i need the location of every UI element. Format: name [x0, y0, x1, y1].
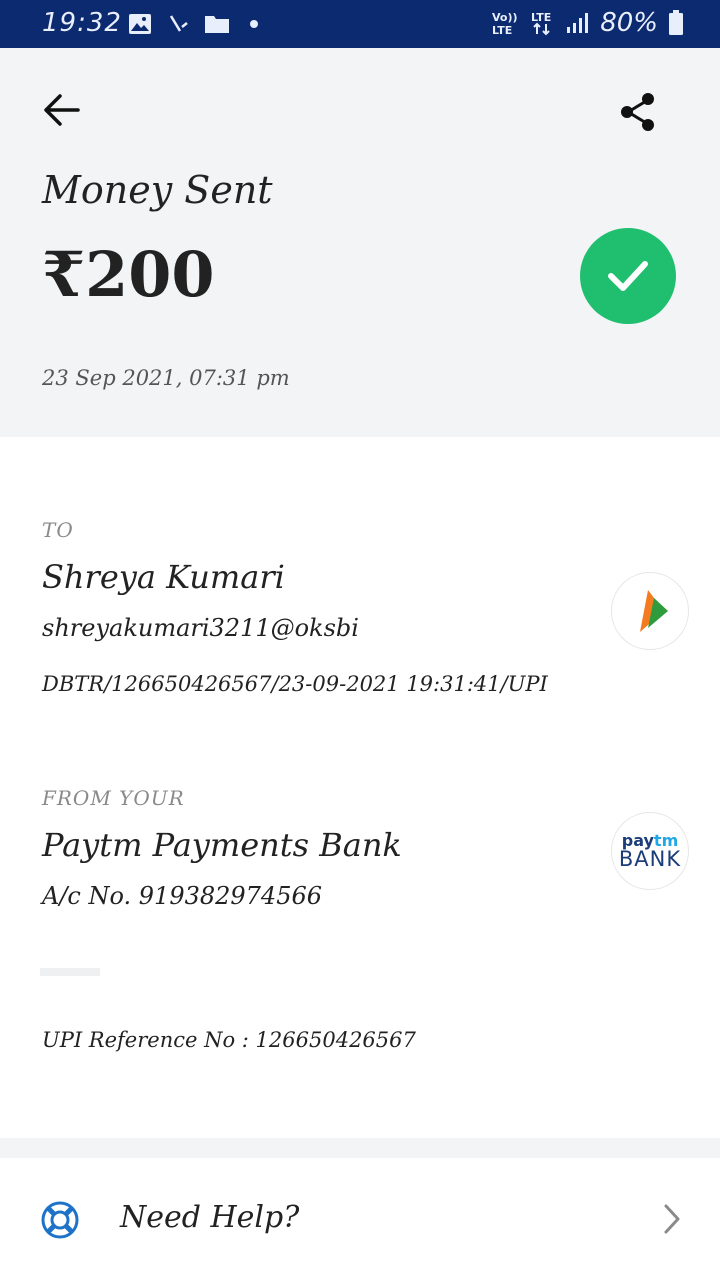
paytm-bank-logo: paytm BANK — [611, 812, 689, 890]
checkmark-icon — [608, 261, 648, 291]
battery-percent: 80% — [600, 8, 658, 38]
section-divider — [40, 968, 100, 976]
back-arrow-icon[interactable] — [40, 90, 84, 130]
transaction-reference: DBTR/126650426567/23-09-2021 19:31:41/UP… — [42, 672, 548, 696]
svg-text:LTE: LTE — [492, 24, 512, 36]
chevron-right-icon — [664, 1204, 680, 1234]
transaction-header: Money Sent ₹200 23 Sep 2021, 07:31 pm — [0, 48, 720, 437]
upi-reference-number: UPI Reference No : 126650426567 — [42, 1028, 416, 1052]
status-bar: 19:32 Vo)) LTE LTE 80% — [0, 0, 720, 48]
lte-data-icon: LTE — [531, 11, 551, 36]
transaction-datetime: 23 Sep 2021, 07:31 pm — [42, 366, 290, 390]
paytm-bank-icon: paytm BANK — [618, 830, 682, 871]
bhim-upi-logo — [611, 572, 689, 650]
bhim-upi-icon — [640, 590, 668, 632]
battery-icon — [669, 10, 683, 35]
page-title: Money Sent — [42, 168, 273, 212]
section-separator — [0, 1138, 720, 1158]
to-label: TO — [42, 518, 74, 542]
folder-icon — [205, 16, 229, 33]
lifebuoy-icon — [41, 1201, 79, 1239]
svg-text:Vo)): Vo)) — [492, 11, 518, 24]
sender-bank-name: Paytm Payments Bank — [42, 826, 402, 864]
volte-icon: Vo)) LTE — [492, 11, 518, 36]
signal-icon — [567, 13, 589, 33]
recipient-upi-id: shreyakumari3211@oksbi — [42, 614, 359, 642]
need-help-button[interactable]: Need Help? — [0, 1158, 720, 1280]
svg-text:LTE: LTE — [531, 11, 551, 24]
status-right: Vo)) LTE LTE 80% — [492, 8, 684, 38]
status-time: 19:32 — [42, 8, 122, 38]
notification-dot-icon — [250, 20, 258, 28]
share-icon[interactable] — [616, 90, 660, 134]
gallery-icon — [129, 14, 151, 34]
recipient-name: Shreya Kumari — [42, 558, 285, 596]
success-badge — [580, 228, 676, 324]
missed-call-icon — [169, 15, 188, 32]
sender-account-number: A/c No. 919382974566 — [42, 882, 323, 910]
need-help-label: Need Help? — [120, 1200, 300, 1235]
amount-value: ₹200 — [42, 238, 215, 311]
from-label: FROM YOUR — [42, 786, 185, 810]
